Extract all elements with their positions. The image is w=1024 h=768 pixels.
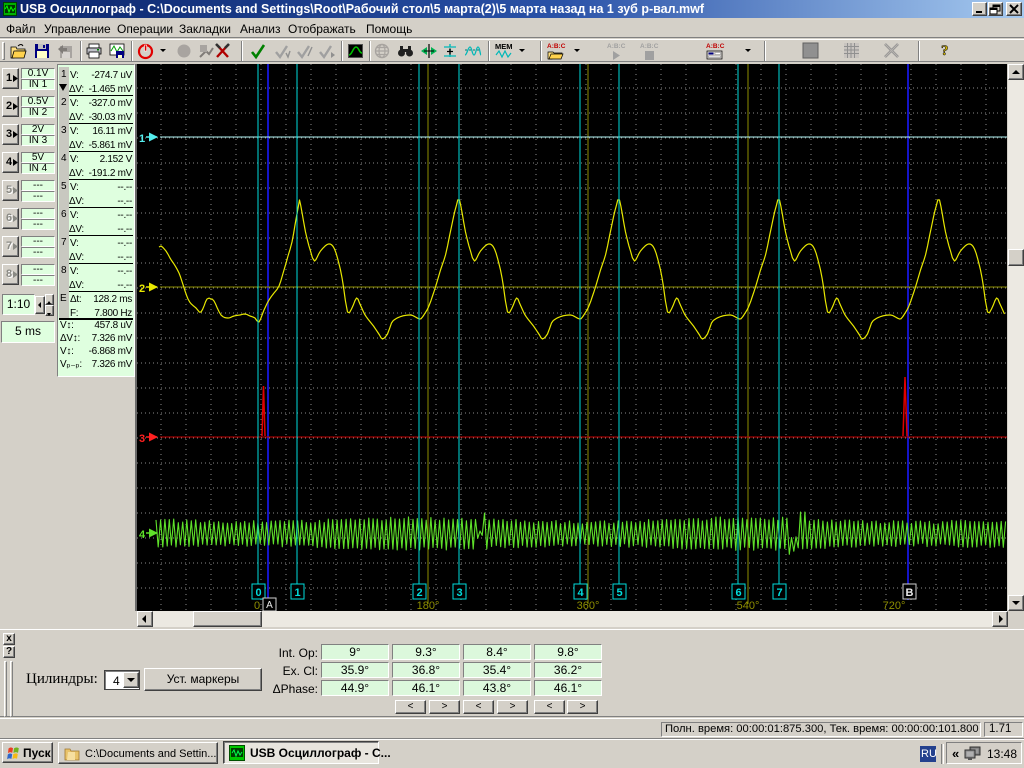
svg-text:0: 0 [254, 600, 260, 611]
svg-text:7: 7 [776, 587, 782, 599]
svg-text:5: 5 [616, 587, 622, 599]
svg-text:2: 2 [416, 587, 422, 599]
svg-text:A:B:C: A:B:C [547, 43, 566, 50]
svg-text:B: B [906, 587, 914, 599]
svg-text:4: 4 [577, 587, 584, 599]
svg-text:6: 6 [735, 587, 741, 599]
svg-text:1: 1 [139, 133, 145, 145]
svg-text:3: 3 [139, 433, 145, 445]
svg-text:A: A [266, 600, 273, 611]
svg-text:1: 1 [294, 587, 300, 599]
svg-text:0: 0 [255, 587, 261, 599]
svg-text:MEM: MEM [495, 42, 513, 51]
svg-text:720°: 720° [883, 600, 906, 611]
svg-text:180°: 180° [417, 600, 440, 611]
svg-text:4: 4 [139, 529, 146, 541]
svg-text:A:B:C: A:B:C [706, 43, 725, 50]
svg-text:?: ? [941, 43, 949, 59]
svg-text:3: 3 [456, 587, 462, 599]
svg-text:2: 2 [139, 283, 145, 295]
svg-text:A:B:C: A:B:C [607, 43, 626, 50]
svg-text:A:B:C: A:B:C [640, 43, 659, 50]
svg-text:540°: 540° [737, 600, 760, 611]
svg-text:360°: 360° [577, 600, 600, 611]
